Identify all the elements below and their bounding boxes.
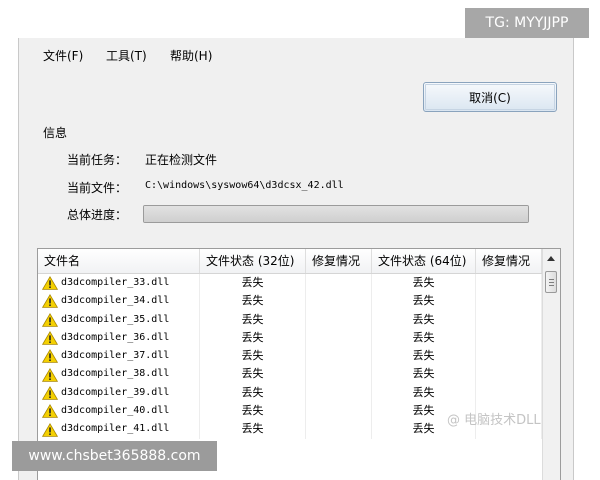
filename-text: d3dcompiler_41.dll: [61, 423, 170, 435]
status-32-cell: 丢失: [200, 347, 306, 366]
fix-32-cell: [306, 292, 372, 311]
filename-text: d3dcompiler_33.dll: [61, 277, 170, 288]
status-64-cell: 丢失: [372, 328, 476, 348]
fix-64-cell: [476, 274, 542, 293]
fix-32-cell: [306, 365, 372, 384]
tg-watermark-badge: TG: MYYJJPP: [465, 8, 589, 38]
status-32-cell: 丢失: [200, 274, 306, 293]
column-header-fix-32[interactable]: 修复情况: [306, 249, 372, 273]
scroll-thumb[interactable]: [545, 271, 557, 293]
table-row[interactable]: d3dcompiler_39.dll 丢失 丢失: [38, 383, 542, 403]
filename-cell: d3dcompiler_35.dll: [38, 310, 200, 329]
warning-icon: [42, 404, 58, 419]
status-32-cell: 丢失: [200, 383, 306, 403]
filename-text: d3dcompiler_34.dll: [61, 295, 170, 307]
current-task-label: 当前任务：: [67, 153, 128, 167]
vertical-scrollbar[interactable]: [542, 249, 560, 480]
column-header-fix-64[interactable]: 修复情况: [476, 249, 542, 273]
warning-icon: [42, 349, 58, 364]
table-row[interactable]: d3dcompiler_37.dll 丢失 丢失: [38, 347, 542, 366]
fix-32-cell: [306, 274, 372, 293]
table-row[interactable]: d3dcompiler_34.dll 丢失 丢失: [38, 292, 542, 311]
filename-text: d3dcompiler_36.dll: [61, 331, 170, 343]
status-32-cell: 丢失: [200, 402, 306, 421]
table-row[interactable]: d3dcompiler_33.dll 丢失 丢失: [38, 274, 542, 293]
status-64-cell: 丢失: [372, 347, 476, 366]
filename-cell: d3dcompiler_37.dll: [38, 347, 200, 366]
filename-text: d3dcompiler_39.dll: [61, 386, 170, 398]
warning-icon: [42, 276, 58, 290]
status-32-cell: 丢失: [200, 328, 306, 348]
status-64-cell: 丢失: [372, 365, 476, 384]
current-file-value: C:\windows\syswow64\d3dcsx_42.dll: [145, 180, 344, 191]
column-header-filename[interactable]: 文件名: [38, 249, 200, 273]
status-32-cell: 丢失: [200, 292, 306, 311]
warning-icon: [42, 367, 58, 382]
column-header-status-32[interactable]: 文件状态 (32位): [200, 249, 306, 273]
status-32-cell: 丢失: [200, 310, 306, 329]
warning-icon: [42, 312, 58, 327]
file-list-header: 文件名 文件状态 (32位) 修复情况 文件状态 (64位) 修复情况: [38, 249, 542, 274]
current-task-value: 正在检测文件: [145, 153, 218, 167]
menu-bar: 文件(F) 工具(T) 帮助(H): [19, 38, 573, 70]
fix-32-cell: [306, 310, 372, 329]
filename-text: d3dcompiler_38.dll: [61, 368, 170, 380]
filename-cell: d3dcompiler_40.dll: [38, 402, 200, 421]
column-header-status-64[interactable]: 文件状态 (64位): [372, 249, 476, 273]
filename-cell: d3dcompiler_34.dll: [38, 292, 200, 311]
scroll-up-arrow-icon[interactable]: [547, 256, 555, 261]
table-row[interactable]: d3dcompiler_35.dll 丢失 丢失: [38, 310, 542, 329]
status-64-cell: 丢失: [372, 274, 476, 293]
table-row[interactable]: d3dcompiler_38.dll 丢失 丢失: [38, 365, 542, 384]
menu-help[interactable]: 帮助(H): [170, 47, 212, 64]
fix-64-cell: [476, 292, 542, 311]
fix-64-cell: [476, 383, 542, 403]
warning-icon: [42, 385, 58, 400]
url-overlay-banner: www.chsbet365888.com: [12, 441, 217, 471]
current-file-label: 当前文件：: [67, 181, 128, 195]
fix-32-cell: [306, 402, 372, 421]
fix-64-cell: [476, 347, 542, 366]
status-64-cell: 丢失: [372, 383, 476, 403]
status-64-cell: 丢失: [372, 310, 476, 329]
overall-progress-label: 总体进度：: [67, 208, 128, 222]
filename-cell: d3dcompiler_41.dll: [38, 420, 200, 439]
info-group-label: 信息: [43, 126, 68, 140]
filename-cell: d3dcompiler_38.dll: [38, 365, 200, 384]
warning-icon: [42, 331, 58, 345]
fix-32-cell: [306, 328, 372, 348]
status-32-cell: 丢失: [200, 420, 306, 439]
fix-32-cell: [306, 347, 372, 366]
cancel-button[interactable]: 取消(C): [423, 82, 557, 112]
fix-32-cell: [306, 420, 372, 439]
fix-64-cell: [476, 365, 542, 384]
fix-64-cell: [476, 328, 542, 348]
overall-progress-bar: [143, 205, 529, 223]
status-64-cell: 丢失: [372, 292, 476, 311]
warning-icon: [42, 422, 58, 437]
table-row[interactable]: d3dcompiler_36.dll 丢失 丢失: [38, 328, 542, 348]
menu-tools[interactable]: 工具(T): [106, 47, 147, 64]
site-watermark: @ 电脑技术DLL: [447, 413, 541, 428]
menu-file[interactable]: 文件(F): [43, 47, 83, 64]
filename-text: d3dcompiler_40.dll: [61, 405, 170, 417]
fix-32-cell: [306, 383, 372, 403]
filename-text: d3dcompiler_37.dll: [61, 350, 170, 362]
status-32-cell: 丢失: [200, 365, 306, 384]
filename-cell: d3dcompiler_39.dll: [38, 383, 200, 403]
filename-cell: d3dcompiler_33.dll: [38, 274, 200, 293]
fix-64-cell: [476, 310, 542, 329]
filename-cell: d3dcompiler_36.dll: [38, 328, 200, 348]
warning-icon: [42, 294, 58, 309]
progress-fill: [144, 206, 528, 222]
filename-text: d3dcompiler_35.dll: [61, 313, 170, 325]
